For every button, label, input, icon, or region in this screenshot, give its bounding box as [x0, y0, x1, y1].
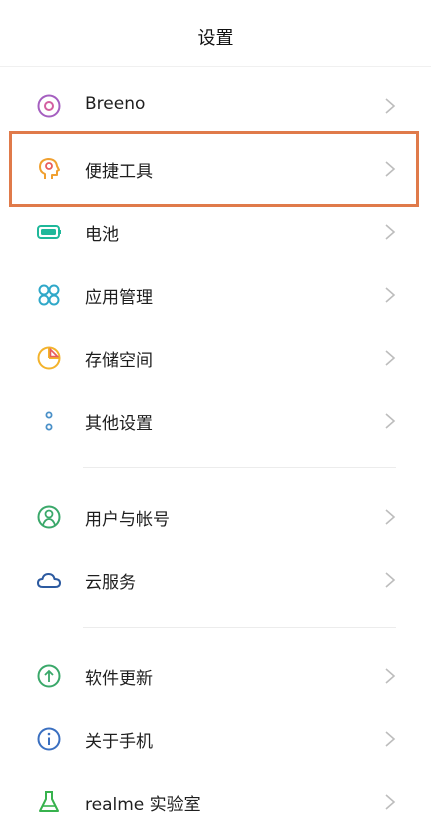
section-divider — [83, 467, 396, 468]
settings-item-label: 软件更新 — [85, 669, 153, 689]
chevron-right-icon — [384, 286, 396, 304]
software-update-icon — [36, 663, 62, 689]
chevron-right-icon — [384, 223, 396, 241]
chevron-right-icon — [384, 667, 396, 685]
lab-flask-icon — [36, 789, 62, 815]
settings-item-software-update[interactable]: 软件更新 — [0, 645, 431, 707]
cloud-icon — [36, 567, 62, 593]
settings-item-breeno[interactable]: Breeno — [0, 75, 431, 137]
more-settings-icon — [36, 408, 62, 434]
settings-item-user-account[interactable]: 用户与帐号 — [0, 486, 431, 548]
settings-item-more-settings[interactable]: 其他设置 — [0, 390, 431, 452]
settings-item-label: 用户与帐号 — [85, 510, 170, 530]
chevron-right-icon — [384, 793, 396, 811]
chevron-right-icon — [384, 412, 396, 430]
user-account-icon — [36, 504, 62, 530]
settings-item-label: 关于手机 — [85, 732, 153, 752]
settings-item-storage[interactable]: 存储空间 — [0, 327, 431, 389]
about-phone-icon — [36, 726, 62, 752]
settings-item-label: realme 实验室 — [85, 795, 201, 815]
settings-item-cloud-service[interactable]: 云服务 — [0, 549, 431, 611]
page-title: 设置 — [197, 28, 234, 49]
settings-item-realme-lab[interactable]: realme 实验室 — [0, 771, 431, 833]
settings-item-label: Breeno — [85, 94, 146, 114]
top-bar: 设置 — [0, 0, 431, 67]
chevron-right-icon — [384, 508, 396, 526]
settings-item-label: 其他设置 — [85, 414, 153, 434]
settings-item-app-management[interactable]: 应用管理 — [0, 264, 431, 326]
breeno-icon — [36, 93, 62, 119]
settings-item-label: 云服务 — [85, 573, 136, 593]
chevron-right-icon — [384, 571, 396, 589]
chevron-right-icon — [384, 97, 396, 115]
chevron-right-icon — [384, 730, 396, 748]
highlight-box — [9, 131, 419, 207]
settings-item-battery[interactable]: 电池 — [0, 201, 431, 263]
settings-item-about-phone[interactable]: 关于手机 — [0, 708, 431, 770]
settings-item-label: 应用管理 — [85, 288, 153, 308]
storage-icon — [36, 345, 62, 371]
section-divider — [83, 627, 396, 628]
chevron-right-icon — [384, 349, 396, 367]
settings-item-label: 存储空间 — [85, 351, 153, 371]
app-management-icon — [36, 282, 62, 308]
settings-item-label: 电池 — [85, 225, 119, 245]
battery-icon — [36, 219, 62, 245]
